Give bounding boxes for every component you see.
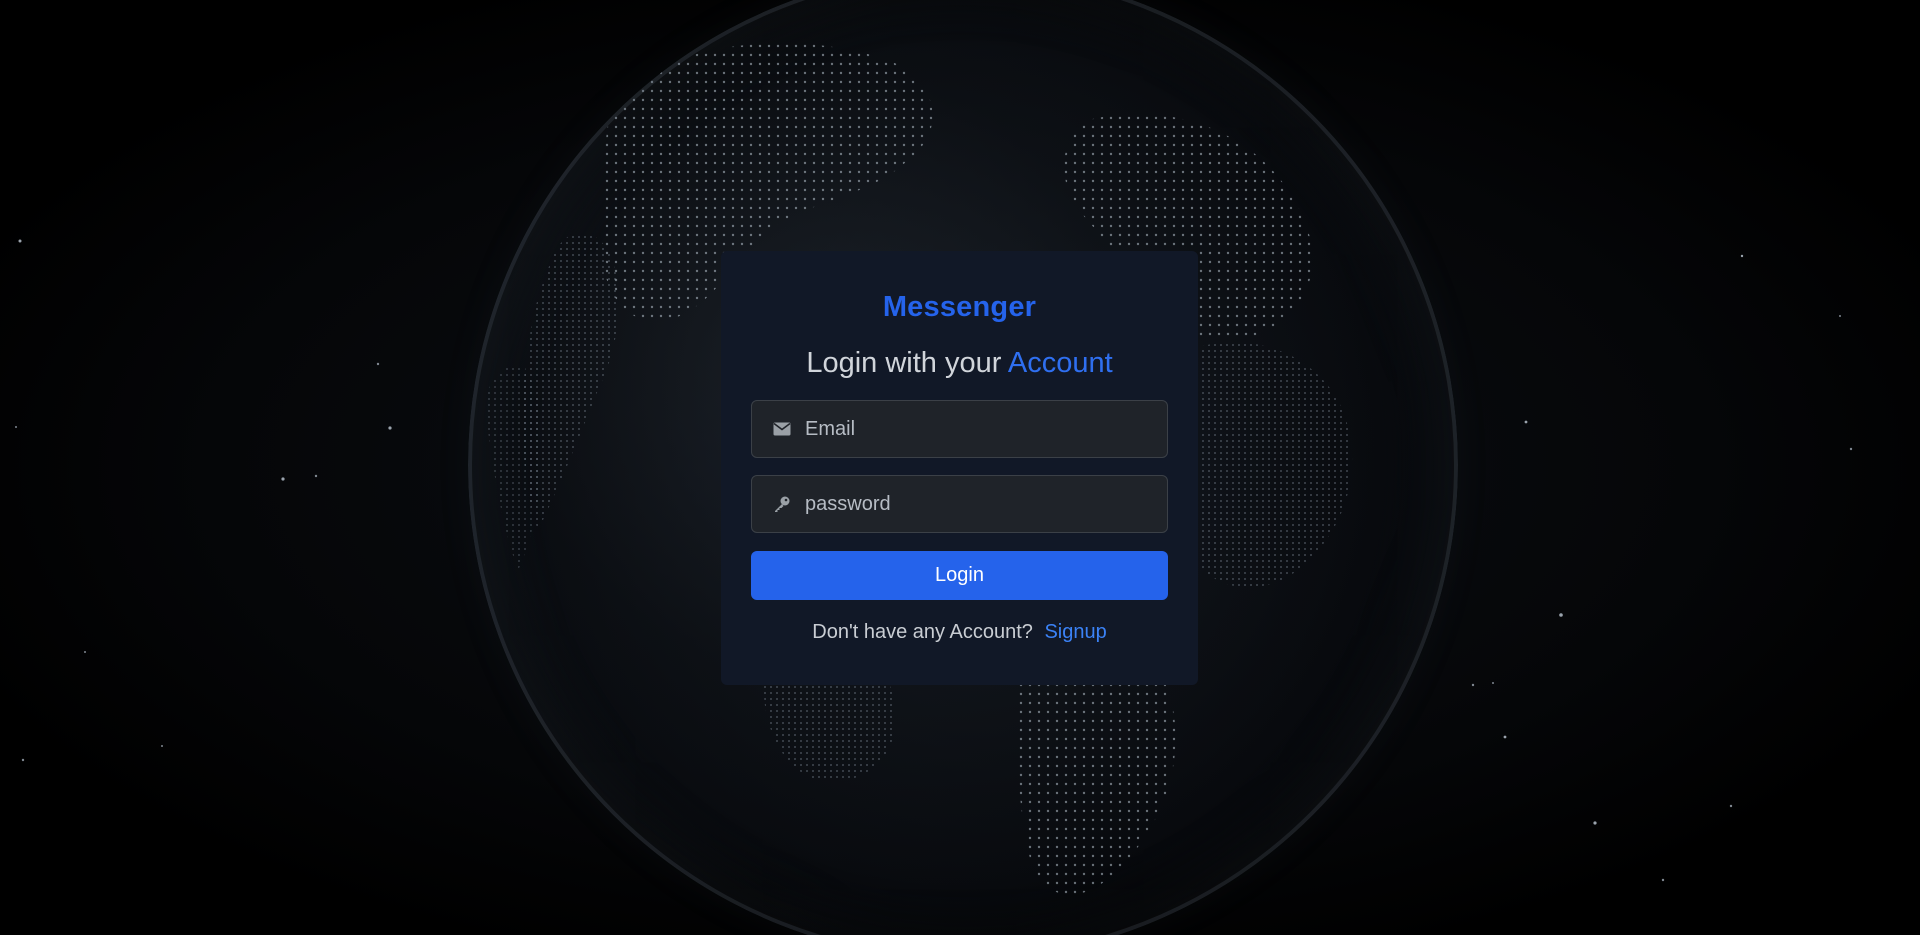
key-icon	[772, 494, 792, 514]
signup-link[interactable]: Signup	[1044, 621, 1106, 643]
heading-accent: Account	[1007, 347, 1113, 379]
email-input[interactable]	[803, 400, 1167, 458]
envelope-icon	[772, 419, 792, 439]
password-input[interactable]	[803, 475, 1167, 533]
email-field[interactable]	[751, 400, 1168, 458]
password-field[interactable]	[751, 475, 1168, 533]
login-heading: Login with your Account	[721, 347, 1198, 380]
signup-prompt-text: Don't have any Account?	[812, 621, 1033, 643]
heading-prefix: Login with your	[806, 347, 1008, 379]
login-card: Messenger Login with your Account Email …	[721, 251, 1198, 685]
page-background: Messenger Login with your Account Email …	[0, 0, 1920, 935]
signup-prompt: Don't have any Account? Signup	[721, 621, 1198, 644]
login-button[interactable]: Login	[751, 551, 1168, 600]
brand-title: Messenger	[882, 291, 1037, 323]
